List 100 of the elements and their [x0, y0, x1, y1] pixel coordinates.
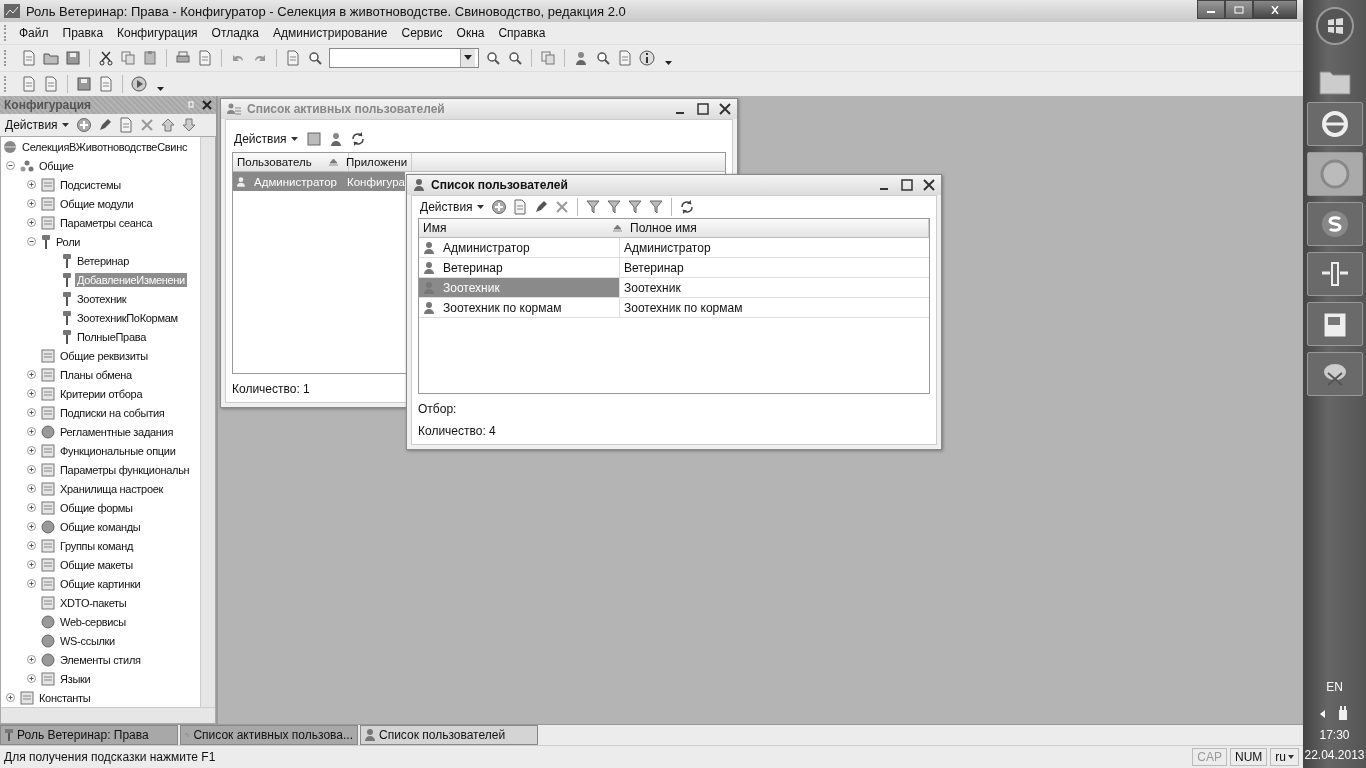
expand-icon[interactable]: [26, 674, 36, 683]
tree-item[interactable]: Общие команды: [58, 519, 143, 534]
chat-app-button[interactable]: [1306, 202, 1363, 246]
expand-icon[interactable]: [26, 579, 36, 588]
table-row[interactable]: Администратор Администратор: [419, 238, 929, 258]
paste-icon[interactable]: [142, 50, 158, 66]
maximize-button[interactable]: [1225, 0, 1253, 19]
tree-item[interactable]: Группы команд: [58, 538, 136, 553]
clock-date[interactable]: 22.04.2013: [1304, 748, 1365, 762]
tree-item[interactable]: Роли: [54, 234, 83, 249]
language-indicator[interactable]: EN: [1326, 680, 1343, 694]
menu-item[interactable]: Окна: [452, 26, 489, 40]
clear-filter-icon[interactable]: [647, 199, 664, 215]
expand-icon[interactable]: [5, 693, 15, 702]
expand-icon[interactable]: [26, 389, 36, 398]
tray-arrow-icon[interactable]: [1319, 710, 1326, 718]
close-icon[interactable]: [202, 100, 212, 110]
windows-icon[interactable]: [540, 50, 556, 66]
tree-item[interactable]: Web-сервисы: [58, 614, 128, 629]
filter-icon[interactable]: [584, 199, 601, 215]
open-file-icon[interactable]: [43, 50, 59, 66]
window-tab[interactable]: Роль Ветеринар: Права: [0, 725, 178, 745]
expand-icon[interactable]: [26, 655, 36, 664]
tree-item[interactable]: Общие картинки: [58, 576, 143, 591]
tree-item[interactable]: Общие модули: [58, 196, 136, 211]
add-icon[interactable]: [75, 117, 92, 133]
print-icon[interactable]: [175, 50, 191, 66]
tree-item[interactable]: Планы обмена: [58, 367, 134, 382]
close-icon[interactable]: [923, 179, 935, 191]
tree-item[interactable]: Элементы стиля: [58, 652, 143, 667]
window-tab[interactable]: Список активных пользова...: [180, 725, 358, 745]
info-icon[interactable]: [639, 50, 655, 66]
column-header[interactable]: Полное имя: [626, 219, 929, 237]
expand-icon[interactable]: [26, 446, 36, 455]
dropdown-arrow-icon[interactable]: [464, 55, 472, 61]
window-tab[interactable]: Список пользователей: [360, 725, 538, 745]
expand-icon[interactable]: [26, 560, 36, 569]
clock-time[interactable]: 17:30: [1319, 728, 1350, 742]
add-icon[interactable]: [490, 199, 507, 215]
filter-list-icon[interactable]: [626, 199, 643, 215]
search-icon[interactable]: [307, 50, 323, 66]
tree-item[interactable]: Константы: [37, 690, 93, 705]
browser-app-button[interactable]: [1306, 102, 1363, 146]
column-header[interactable]: Приложени: [342, 153, 413, 171]
tree-item[interactable]: Общие макеты: [58, 557, 135, 572]
menu-item[interactable]: Конфигурация: [113, 26, 202, 40]
refresh-icon[interactable]: [349, 131, 366, 147]
tree-item[interactable]: WS-ссылки: [58, 633, 117, 648]
tree-item[interactable]: Параметры сеанса: [58, 215, 155, 230]
tree-item[interactable]: Параметры функциональн: [58, 462, 192, 477]
menu-item[interactable]: Отладка: [207, 26, 264, 40]
word-app-button[interactable]: [1306, 302, 1363, 346]
tree-item[interactable]: Подписки на события: [58, 405, 167, 420]
start-button[interactable]: [1314, 6, 1355, 46]
collapse-icon[interactable]: [26, 237, 36, 246]
tree-item[interactable]: СелекцияВЖивотноводствеСвинс: [20, 139, 190, 154]
menu-item[interactable]: Справка: [494, 26, 550, 40]
actions-menu-button[interactable]: Действия: [232, 131, 300, 147]
tree-item[interactable]: Критерии отбора: [58, 386, 145, 401]
cut-icon[interactable]: [98, 50, 114, 66]
table-row[interactable]: Зоотехник Зоотехник: [419, 278, 929, 298]
language-button[interactable]: ru: [1270, 748, 1299, 766]
menu-item[interactable]: Сервис: [397, 26, 447, 40]
expand-icon[interactable]: [26, 218, 36, 227]
document-icon[interactable]: [617, 50, 633, 66]
scissors-app-button[interactable]: [1306, 352, 1363, 396]
collapse-icon[interactable]: [5, 161, 15, 170]
move-down-icon[interactable]: [180, 117, 197, 133]
expand-icon[interactable]: [26, 427, 36, 436]
tree-item[interactable]: Зоотехник: [75, 291, 129, 306]
expand-icon[interactable]: [26, 465, 36, 474]
tree-item[interactable]: Регламентные задания: [58, 424, 176, 439]
new-file-icon[interactable]: [21, 50, 37, 66]
expand-icon[interactable]: [26, 199, 36, 208]
maximize-icon[interactable]: [901, 179, 913, 191]
tree-item[interactable]: XDTO-пакеты: [58, 595, 129, 610]
table-row[interactable]: Зоотехник по кормам Зоотехник по кормам: [419, 298, 929, 318]
minimize-button[interactable]: [1197, 0, 1225, 19]
tree-item[interactable]: Подсистемы: [58, 177, 123, 192]
tree-item[interactable]: Общие: [37, 158, 76, 173]
refresh-icon[interactable]: [678, 199, 695, 215]
tree-item[interactable]: ЗоотехникПоКормам: [75, 310, 180, 325]
vertical-scrollbar[interactable]: [200, 137, 215, 707]
expand-icon[interactable]: [26, 370, 36, 379]
search-combo-field[interactable]: [329, 48, 479, 68]
tree-item[interactable]: Хранилища настроек: [58, 481, 166, 496]
menu-item[interactable]: Файл: [15, 26, 53, 40]
expand-icon[interactable]: [26, 408, 36, 417]
tree-item[interactable]: ПолныеПрава: [75, 329, 148, 344]
copy-item-icon[interactable]: [117, 117, 134, 133]
column-header[interactable]: Имя: [419, 219, 613, 237]
actions-menu-button[interactable]: Действия: [3, 117, 71, 133]
move-up-icon[interactable]: [159, 117, 176, 133]
expand-icon[interactable]: [26, 522, 36, 531]
play-icon[interactable]: [131, 76, 147, 92]
expand-icon[interactable]: [26, 541, 36, 550]
copy-icon[interactable]: [120, 50, 136, 66]
tree-item[interactable]: Языки: [58, 671, 93, 686]
save-icon[interactable]: [65, 50, 81, 66]
menu-item[interactable]: Администрирование: [269, 26, 392, 40]
